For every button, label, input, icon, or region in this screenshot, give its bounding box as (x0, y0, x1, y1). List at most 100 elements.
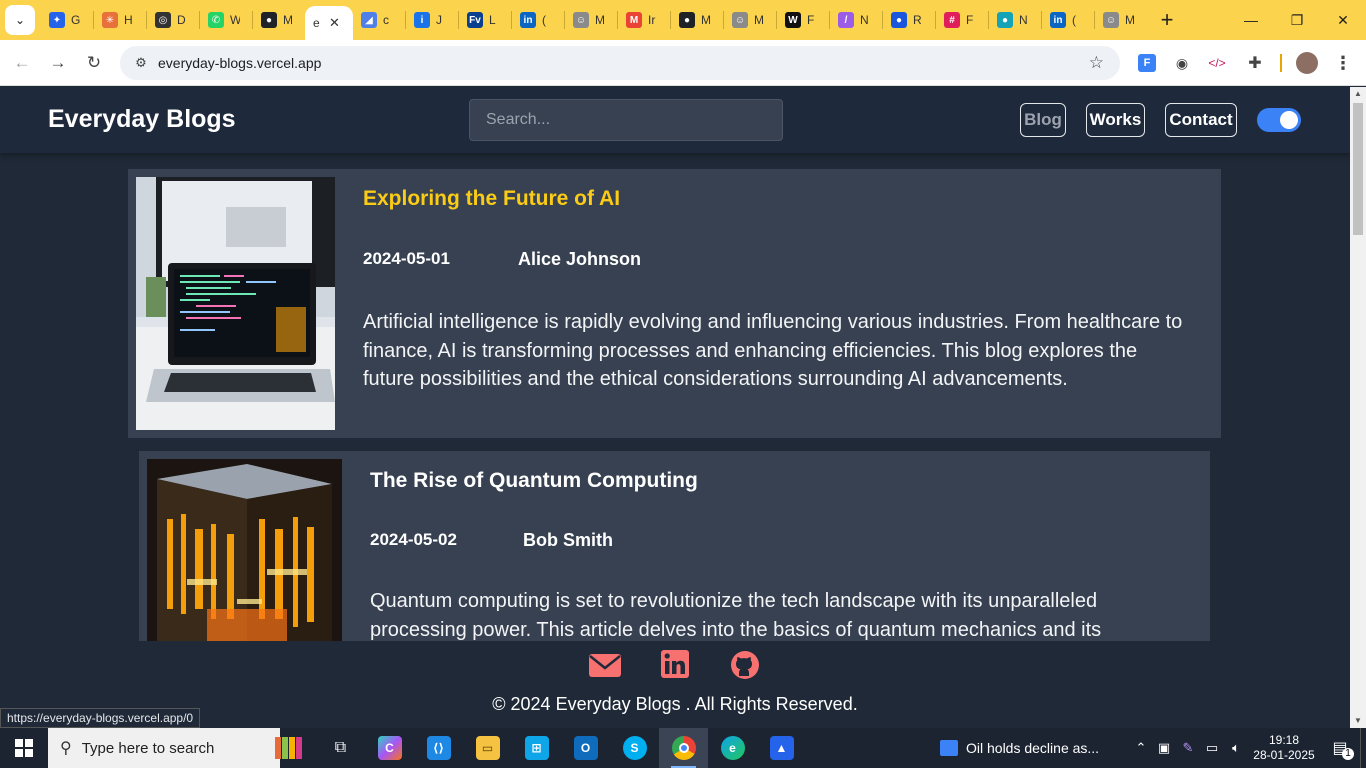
github-icon[interactable] (730, 650, 760, 680)
tab-favicon-icon: ● (891, 12, 907, 28)
nav-blog-link[interactable]: Blog (1020, 103, 1066, 137)
browser-tab[interactable]: WF (777, 4, 829, 36)
browser-tab[interactable]: ● N (989, 4, 1041, 36)
notification-center-button[interactable]: ▤ 1 (1320, 738, 1360, 760)
browser-tab[interactable]: ✳ H (94, 4, 146, 36)
minimize-icon: — (1244, 12, 1258, 28)
site-brand[interactable]: Everyday Blogs (48, 105, 236, 134)
tab-favicon-icon: / (838, 12, 854, 28)
scroll-up-arrow[interactable]: ▲ (1350, 87, 1366, 101)
edge-app[interactable]: e (708, 728, 757, 768)
address-bar[interactable]: ⚙ everyday-blogs.vercel.app ☆ (120, 46, 1120, 80)
tab-title: M (754, 13, 764, 27)
skype-app[interactable]: S (610, 728, 659, 768)
profile-avatar[interactable] (1292, 48, 1322, 78)
search-input[interactable] (469, 99, 783, 141)
linkedin-icon[interactable] (661, 650, 691, 680)
screenshot-extension-icon[interactable]: ◉ (1167, 48, 1197, 78)
browser-tab[interactable]: M Ir (618, 4, 670, 36)
battery-icon[interactable]: ▭ (1200, 740, 1224, 756)
extension-f-icon[interactable]: F (1132, 48, 1162, 78)
start-button[interactable] (0, 728, 48, 768)
scroll-down-arrow[interactable]: ▼ (1350, 714, 1366, 728)
taskbar-search-box[interactable]: ⚲ Type here to search (48, 728, 280, 768)
post-excerpt: Quantum computing is set to revolutioniz… (370, 590, 1102, 641)
browser-tab[interactable]: / N (830, 4, 882, 36)
close-window-button[interactable]: ✕ (1320, 0, 1366, 40)
news-widget[interactable]: Oil holds decline as... (940, 740, 1130, 756)
browser-tab[interactable]: ● M (671, 4, 723, 36)
post-title[interactable]: The Rise of Quantum Computing (370, 469, 698, 493)
browser-tab[interactable]: ☺ M (1095, 4, 1147, 36)
show-desktop-button[interactable] (1360, 728, 1366, 768)
copilot-app[interactable]: C (365, 728, 414, 768)
page-scrollbar[interactable]: ▲ ▼ (1350, 87, 1366, 728)
close-tab-icon[interactable]: ✕ (329, 15, 340, 31)
outlook-app[interactable]: O (561, 728, 610, 768)
browser-tab[interactable]: Fv L (459, 4, 511, 36)
browser-tab[interactable]: # F (936, 4, 988, 36)
tab-favicon-icon: i (414, 12, 430, 28)
back-button[interactable]: ← (4, 45, 40, 81)
browser-tab[interactable]: ● M (253, 4, 305, 36)
task-view-button[interactable]: ⧉ (316, 728, 365, 768)
reload-button[interactable]: ↻ (76, 45, 112, 81)
browser-tab[interactable]: ◎ D (147, 4, 199, 36)
tab-favicon-icon: ◎ (155, 12, 171, 28)
tab-title: ( (542, 13, 546, 27)
vscode-app[interactable]: ⟨⟩ (414, 728, 463, 768)
site-info-icon[interactable]: ⚙ (126, 55, 156, 71)
browser-tab[interactable]: in ( (1042, 4, 1094, 36)
tab-search-button[interactable]: ⌄ (5, 5, 35, 35)
chrome-app[interactable] (659, 728, 708, 768)
browser-tab[interactable]: ● R (883, 4, 935, 36)
mail-icon[interactable] (589, 650, 621, 680)
more-vert-icon: ⋮ (1334, 52, 1352, 73)
theme-toggle[interactable] (1257, 108, 1301, 132)
browser-tab[interactable]: in ( (512, 4, 564, 36)
post-date: 2024-05-01 (363, 249, 450, 268)
minimize-button[interactable]: — (1228, 0, 1274, 40)
browser-tab[interactable]: iJ (406, 4, 458, 36)
extensions-puzzle-icon[interactable]: ✚ (1240, 48, 1270, 78)
post-title[interactable]: Exploring the Future of AI (363, 187, 620, 211)
devtools-extension-icon[interactable]: </> (1202, 48, 1232, 78)
browser-tab[interactable]: e ✕ (305, 6, 353, 40)
browser-tab[interactable]: ✦ G (41, 4, 93, 36)
url-text[interactable]: everyday-blogs.vercel.app (158, 55, 321, 71)
scrollbar-thumb[interactable] (1353, 103, 1363, 235)
search-highlights-icon[interactable] (260, 728, 316, 768)
browser-tab[interactable]: ◢ c (353, 4, 405, 36)
notification-count: 1 (1342, 748, 1354, 760)
bookmark-star-icon[interactable]: ☆ (1089, 53, 1104, 73)
blog-card[interactable]: Exploring the Future of AI 2024-05-01 Al… (128, 169, 1221, 438)
photos-app[interactable]: ▲ (757, 728, 806, 768)
chevron-up-icon[interactable]: ⌃ (1130, 740, 1152, 756)
nav-contact-link[interactable]: Contact (1165, 103, 1237, 137)
clock[interactable]: 19:18 28-01-2025 (1248, 733, 1320, 763)
meet-now-icon[interactable]: ▣ (1152, 740, 1176, 756)
chevron-down-icon: ⌄ (14, 13, 26, 27)
restore-button[interactable]: ❐ (1274, 0, 1320, 40)
post-image-quantum[interactable] (147, 459, 342, 641)
volume-icon[interactable]: 🔈︎ (1224, 740, 1248, 756)
file-explorer-app[interactable]: ▭ (463, 728, 512, 768)
browser-tab[interactable]: ☺ M (565, 4, 617, 36)
reload-icon: ↻ (86, 52, 102, 72)
tab-title: e (313, 16, 320, 30)
tab-title: N (1019, 13, 1028, 27)
forward-button[interactable]: → (40, 45, 76, 81)
browser-tab[interactable]: ✆ W (200, 4, 252, 36)
browser-menu-button[interactable]: ⋮ (1328, 48, 1358, 78)
blog-card[interactable]: The Rise of Quantum Computing 2024-05-02… (139, 451, 1210, 641)
window-controls: — ❐ ✕ (1228, 0, 1366, 40)
nav-works-link[interactable]: Works (1086, 103, 1145, 137)
post-image-laptop[interactable] (136, 177, 335, 430)
pen-icon[interactable]: ✎ (1176, 740, 1200, 756)
browser-tab[interactable]: ☺ M (724, 4, 776, 36)
tab-favicon-icon: in (520, 12, 536, 28)
tab-title: Ir (648, 13, 656, 27)
new-tab-button[interactable]: + (1153, 6, 1181, 34)
microsoft-store-app[interactable]: ⊞ (512, 728, 561, 768)
tab-title: M (1125, 13, 1135, 27)
